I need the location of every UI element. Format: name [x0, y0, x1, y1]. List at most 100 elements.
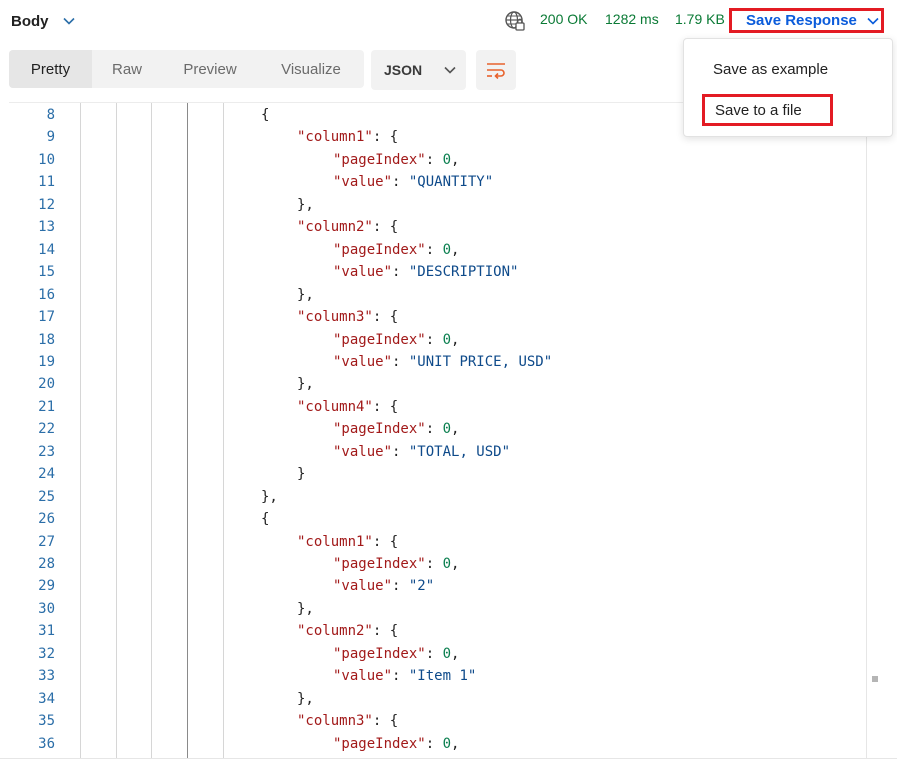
- code-text: },: [297, 373, 314, 395]
- json-punct: :: [392, 264, 409, 281]
- code-line: 21 "column4": {: [9, 396, 859, 418]
- code-text: "pageIndex": 0,: [333, 239, 459, 261]
- chevron-down-icon: [62, 17, 75, 25]
- json-punct: ,: [451, 556, 460, 572]
- json-key: "value": [333, 264, 393, 281]
- json-key: "column2": [297, 219, 373, 236]
- code-text: {: [261, 104, 269, 126]
- line-number: 22: [38, 421, 55, 438]
- json-punct: ,: [451, 151, 460, 168]
- code-text: "pageIndex": 0,: [333, 553, 459, 575]
- line-number: 24: [38, 466, 55, 483]
- json-punct: },: [297, 600, 314, 617]
- code-text: "pageIndex": 0,: [333, 329, 459, 351]
- code-text: "column2": {: [297, 620, 398, 642]
- json-punct: : {: [372, 398, 399, 415]
- save-response-label: Save Response: [746, 12, 857, 29]
- json-key: "column1": [297, 129, 373, 146]
- code-text: },: [297, 194, 314, 216]
- code-line: 23 "value": "TOTAL, USD": [9, 441, 859, 463]
- json-string: "TOTAL, USD": [408, 443, 511, 460]
- tab-pretty[interactable]: Pretty: [9, 50, 92, 88]
- json-number: 0: [442, 421, 452, 438]
- code-line: 10 "pageIndex": 0,: [9, 149, 859, 171]
- line-number: 35: [38, 713, 55, 730]
- chevron-down-icon: [444, 66, 456, 74]
- json-key: "column4": [297, 398, 373, 415]
- line-number: 8: [46, 107, 55, 123]
- line-number: 11: [38, 174, 55, 191]
- code-line: 28 "pageIndex": 0,: [9, 553, 859, 575]
- tab-preview[interactable]: Preview: [162, 50, 258, 88]
- json-key: "pageIndex": [333, 735, 426, 752]
- json-string: "DESCRIPTION": [408, 264, 519, 281]
- code-line: 31 "column2": {: [9, 620, 859, 642]
- menu-item-save-to-file[interactable]: Save to a file: [702, 94, 833, 126]
- code-text: "pageIndex": 0,: [333, 643, 459, 665]
- json-string: "2": [408, 578, 435, 595]
- json-string: "UNIT PRICE, USD": [408, 353, 553, 370]
- code-text: "column1": {: [297, 531, 398, 553]
- line-number: 28: [38, 556, 55, 572]
- line-number: 12: [38, 196, 55, 213]
- code-line: 11 "value": "QUANTITY": [9, 171, 859, 193]
- json-punct: : {: [372, 623, 399, 640]
- json-key: "value": [333, 668, 393, 685]
- code-line: 19 "value": "UNIT PRICE, USD": [9, 351, 859, 373]
- code-text: "column3": {: [297, 306, 398, 328]
- json-punct: },: [297, 690, 314, 707]
- code-line: 13 "column2": {: [9, 216, 859, 238]
- chevron-down-icon: [867, 17, 879, 25]
- json-punct: :: [392, 443, 409, 460]
- json-punct: :: [392, 668, 409, 685]
- scrollbar-thumb[interactable]: [872, 676, 878, 682]
- json-punct: :: [425, 421, 443, 438]
- json-key: "pageIndex": [333, 241, 426, 258]
- code-text: "value": "2": [333, 575, 434, 597]
- code-text: "column2": {: [297, 216, 398, 238]
- tab-raw[interactable]: Raw: [92, 50, 162, 88]
- json-punct: :: [425, 241, 443, 258]
- code-line: 34},: [9, 688, 859, 710]
- json-number: 0: [442, 241, 452, 258]
- json-punct: : {: [372, 713, 399, 730]
- code-text: "pageIndex": 0,: [333, 418, 459, 440]
- tab-visualize[interactable]: Visualize: [258, 50, 364, 88]
- globe-lock-icon[interactable]: [504, 10, 526, 32]
- scrollbar-track[interactable]: [866, 103, 867, 758]
- menu-item-label: Save to a file: [715, 101, 802, 119]
- save-response-menu: Save as example Save to a file: [683, 38, 893, 137]
- code-text: "value": "Item 1": [333, 665, 476, 687]
- json-punct: : {: [372, 533, 399, 550]
- code-line: 15 "value": "DESCRIPTION": [9, 261, 859, 283]
- response-time[interactable]: 1282 ms: [605, 11, 659, 27]
- code-text: "value": "UNIT PRICE, USD": [333, 351, 552, 373]
- line-number: 19: [38, 353, 55, 370]
- json-key: "pageIndex": [333, 421, 426, 438]
- json-punct: :: [425, 645, 443, 662]
- json-punct: :: [425, 151, 443, 168]
- json-key: "column2": [297, 623, 373, 640]
- json-key: "pageIndex": [333, 151, 426, 168]
- json-punct: ,: [451, 735, 460, 752]
- save-response-button[interactable]: Save Response: [729, 8, 884, 33]
- line-number: 29: [38, 578, 55, 595]
- status-code[interactable]: 200 OK: [540, 11, 587, 27]
- format-select[interactable]: JSON: [371, 50, 466, 90]
- json-punct: ,: [451, 241, 460, 258]
- line-number: 15: [38, 264, 55, 281]
- line-number: 34: [38, 690, 55, 707]
- menu-item-save-as-example[interactable]: Save as example: [713, 61, 828, 78]
- json-key: "column3": [297, 713, 373, 730]
- response-size[interactable]: 1.79 KB: [675, 11, 725, 27]
- json-key: "value": [333, 353, 393, 370]
- json-punct: :: [425, 556, 443, 572]
- json-string: "QUANTITY": [408, 174, 494, 191]
- code-line: 14 "pageIndex": 0,: [9, 239, 859, 261]
- json-punct: {: [261, 511, 270, 528]
- json-punct: : {: [372, 219, 399, 236]
- wrap-lines-button[interactable]: [476, 50, 516, 90]
- body-dropdown[interactable]: Body: [11, 10, 75, 32]
- json-number: 0: [442, 645, 452, 662]
- code-text: {: [261, 508, 269, 530]
